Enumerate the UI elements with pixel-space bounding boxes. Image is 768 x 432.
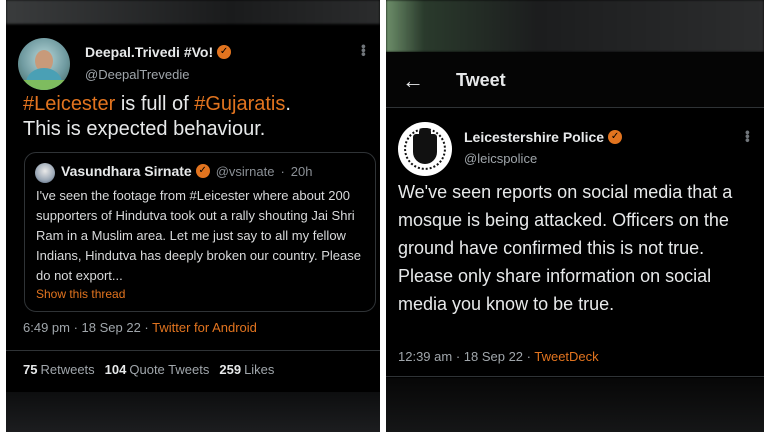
- retweets-label: Retweets: [40, 362, 95, 377]
- author-name[interactable]: Leicestershire Police: [464, 129, 604, 145]
- likes-stat[interactable]: 259 Likes: [219, 362, 274, 377]
- quoted-tweet-text: I've seen the footage from #Leicester wh…: [36, 188, 361, 283]
- divider: [6, 350, 380, 351]
- likes-label: Likes: [244, 362, 275, 377]
- separator-dot: ·: [280, 163, 285, 179]
- verified-badge-icon: ✓: [217, 45, 232, 59]
- engagement-stats: 75 Retweets 104 Quote Tweets 259 Likes: [23, 362, 274, 377]
- tweet-text-fragment: This is expected behaviour.: [23, 118, 266, 140]
- tweet-text: #Leicester is full of #Gujaratis. This i…: [23, 92, 373, 142]
- quoted-author-handle: @vsirnate: [215, 163, 275, 179]
- tweet-timestamp: 12:39 am · 18 Sep 22 · TweetDeck: [398, 349, 599, 364]
- blurred-bottom-strip: [386, 378, 764, 432]
- author-handle[interactable]: @leicspolice: [464, 151, 537, 166]
- hashtag-link[interactable]: #Gujaratis: [194, 93, 285, 115]
- author-name-row[interactable]: Leicestershire Police ✓: [464, 129, 623, 145]
- tweet-text-fragment: .: [285, 93, 291, 115]
- back-arrow-icon[interactable]: ←: [402, 68, 424, 94]
- tweet-timestamp: 6:49 pm · 18 Sep 22 · Twitter for Androi…: [23, 320, 257, 335]
- blurred-bottom-strip: [6, 392, 380, 432]
- divider: [386, 376, 764, 377]
- quote-tweets-label: Quote Tweets: [129, 362, 210, 377]
- quoted-author-name: Vasundhara Sirnate: [61, 163, 192, 179]
- police-avatar[interactable]: [398, 122, 452, 176]
- likes-count: 259: [219, 362, 242, 377]
- timestamp-text[interactable]: 6:49 pm · 18 Sep 22 ·: [23, 320, 152, 335]
- show-thread-link[interactable]: Show this thread: [36, 287, 125, 301]
- verified-badge-icon: ✓: [195, 164, 210, 178]
- more-options-icon[interactable]: •••: [356, 44, 372, 56]
- more-options-icon[interactable]: •••: [740, 130, 756, 142]
- left-tweet-screenshot: Deepal.Trivedi #Vo! ✓ @DeepalTrevedie ••…: [6, 0, 380, 432]
- quoted-author-row: Vasundhara Sirnate ✓ @vsirnate · 20h: [61, 163, 312, 179]
- retweets-stat[interactable]: 75 Retweets: [23, 362, 95, 377]
- quoted-tweet[interactable]: Vasundhara Sirnate ✓ @vsirnate · 20h I'v…: [24, 152, 376, 312]
- quote-tweets-count: 104: [104, 362, 127, 377]
- retweets-count: 75: [23, 362, 38, 377]
- author-name[interactable]: Deepal.Trivedi #Vo!: [85, 44, 213, 60]
- tweet-header: ← Tweet: [386, 52, 764, 108]
- tweet-source[interactable]: Twitter for Android: [152, 320, 257, 335]
- tweet-source[interactable]: TweetDeck: [534, 349, 598, 364]
- blurred-top-strip: [386, 0, 764, 52]
- tweet-text-fragment: is full of: [115, 93, 195, 115]
- author-avatar[interactable]: [18, 38, 70, 90]
- timestamp-text[interactable]: 12:39 am · 18 Sep 22 ·: [398, 349, 534, 364]
- tweet-text: We've seen reports on social media that …: [398, 182, 733, 314]
- quote-tweets-stat[interactable]: 104 Quote Tweets: [105, 362, 210, 377]
- author-handle[interactable]: @DeepalTrevedie: [85, 67, 190, 82]
- hashtag-link[interactable]: #Leicester: [23, 93, 115, 115]
- right-tweet-screenshot: ← Tweet Leicestershire Police ✓ @leicspo…: [386, 0, 764, 432]
- page-title: Tweet: [456, 70, 506, 90]
- quoted-tweet-age: 20h: [290, 163, 313, 179]
- blurred-top-strip: [6, 0, 380, 24]
- verified-badge-icon: ✓: [608, 130, 623, 144]
- author-name-row[interactable]: Deepal.Trivedi #Vo! ✓: [85, 44, 232, 60]
- quoted-author-avatar: [35, 163, 55, 183]
